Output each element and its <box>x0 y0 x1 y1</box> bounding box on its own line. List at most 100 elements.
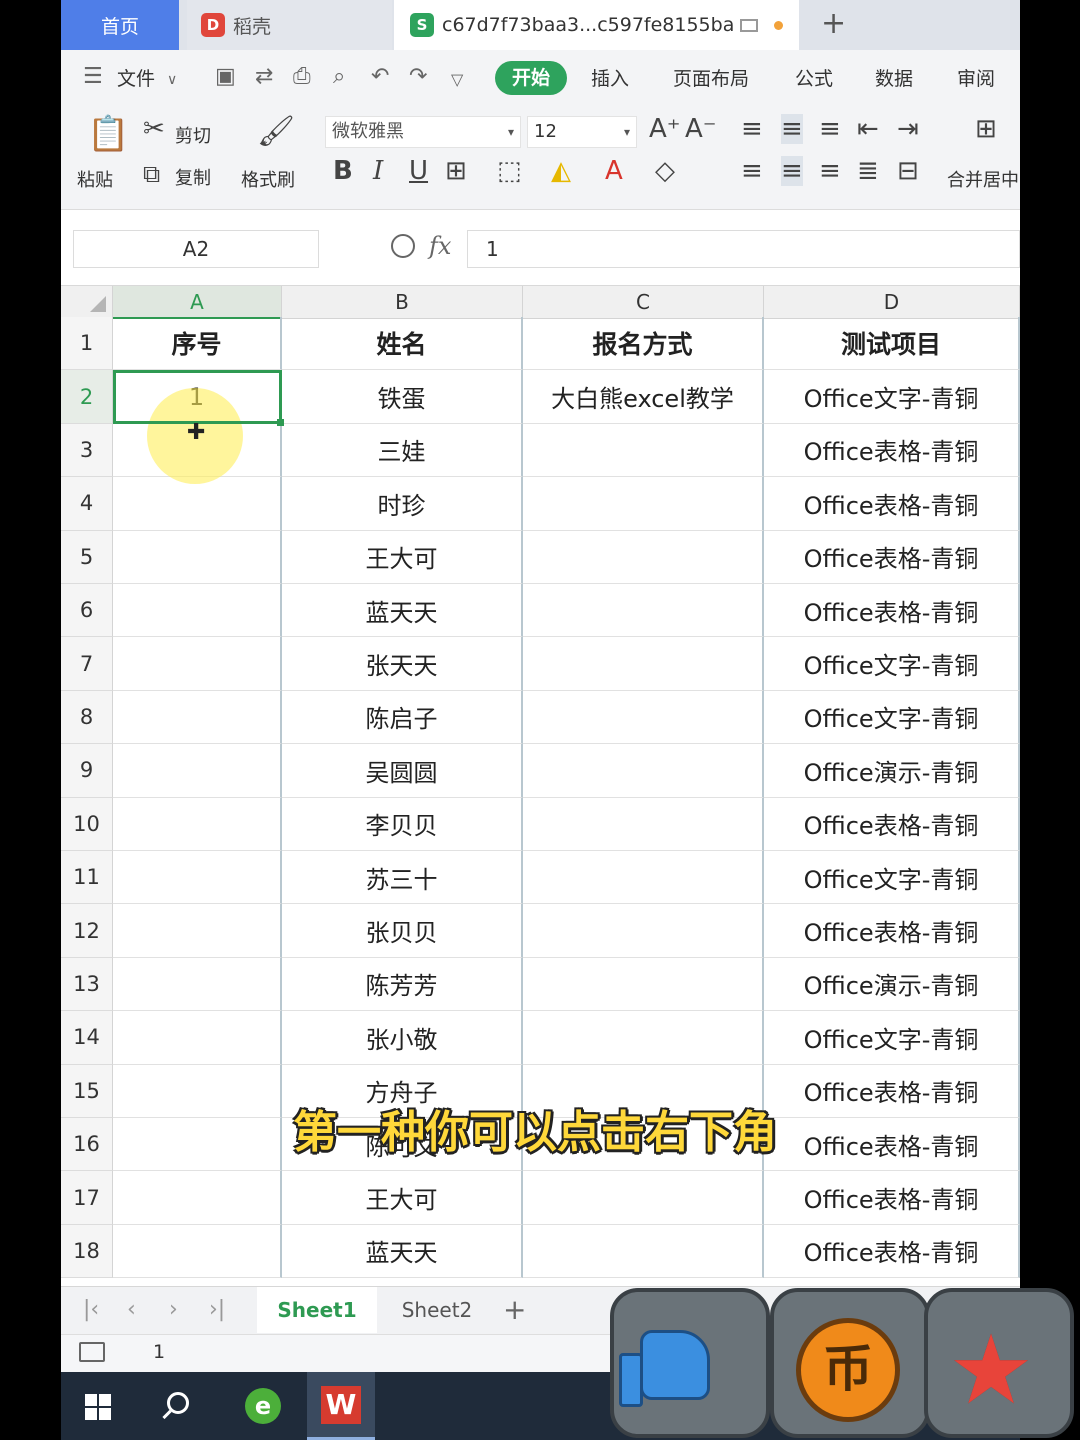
formula-input[interactable]: 1 <box>467 230 1020 268</box>
menu-file[interactable]: 文件 <box>117 64 155 91</box>
font-color-icon[interactable]: A <box>605 156 623 186</box>
cell-a7[interactable] <box>113 637 282 691</box>
cell-d1[interactable]: 测试项目 <box>764 317 1020 371</box>
cell-b4[interactable]: 时珍 <box>282 477 523 531</box>
row-header[interactable]: 11 <box>61 851 113 905</box>
format-painter-icon[interactable]: 🖌 <box>257 114 295 149</box>
cell-d14[interactable]: Office文字-青铜 <box>764 1011 1020 1065</box>
column-header-b[interactable]: B <box>282 286 523 319</box>
cell-c6[interactable] <box>523 584 764 638</box>
cell-a10[interactable] <box>113 797 282 851</box>
font-family-select[interactable]: 微软雅黑 ▾ <box>325 116 521 148</box>
row-header[interactable]: 8 <box>61 690 113 745</box>
name-box[interactable]: A2 <box>73 230 319 268</box>
cell-c1[interactable]: 报名方式 <box>523 317 764 371</box>
border-icon[interactable]: ⊞ <box>445 156 467 186</box>
cell-c3[interactable] <box>523 423 764 478</box>
row-header[interactable]: 6 <box>61 584 113 638</box>
macro-icon[interactable] <box>79 1342 105 1362</box>
cell-d5[interactable]: Office表格-青铜 <box>764 530 1020 584</box>
select-all-corner[interactable] <box>61 286 113 319</box>
align-top-icon[interactable]: ≡ <box>741 114 763 144</box>
more-chevron-icon[interactable]: ▽ <box>451 70 463 89</box>
fill-style-icon[interactable]: ⬚ <box>497 156 522 186</box>
row-header[interactable]: 12 <box>61 904 113 958</box>
chevron-down-icon[interactable]: ∨ <box>167 72 177 88</box>
tab-home[interactable]: 首页 <box>61 0 179 50</box>
cell-d2[interactable]: Office文字-青铜 <box>764 370 1020 424</box>
cell-b7[interactable]: 张天天 <box>282 637 523 691</box>
row-header[interactable]: 5 <box>61 530 113 584</box>
save-icon[interactable]: ▣ <box>215 64 236 89</box>
hamburger-icon[interactable]: ☰ <box>83 64 103 89</box>
cell-a9[interactable] <box>113 744 282 798</box>
eraser-icon[interactable]: ◇ <box>655 156 675 186</box>
cell-a15[interactable] <box>113 1064 282 1118</box>
format-painter-button[interactable]: 格式刷 <box>241 166 295 192</box>
align-left-icon[interactable]: ≡ <box>741 156 763 186</box>
cell-d17[interactable]: Office表格-青铜 <box>764 1171 1020 1225</box>
cell-d4[interactable]: Office表格-青铜 <box>764 477 1020 531</box>
wps-taskbar-item[interactable]: W <box>307 1372 375 1440</box>
align-middle-icon[interactable]: ≡ <box>781 114 803 144</box>
cell-c18[interactable] <box>523 1224 764 1279</box>
zoom-icon[interactable] <box>391 234 415 258</box>
tab-start[interactable]: 开始 <box>495 61 567 95</box>
row-header[interactable]: 17 <box>61 1171 113 1225</box>
row-header[interactable]: 3 <box>61 423 113 478</box>
increase-font-icon[interactable]: A⁺ <box>649 114 681 144</box>
cell-b1[interactable]: 姓名 <box>282 317 523 371</box>
cell-b9[interactable]: 吴圆圆 <box>282 744 523 798</box>
indent-decrease-icon[interactable]: ⇤ <box>857 114 879 144</box>
prev-sheet-icon[interactable]: ‹ <box>127 1297 136 1322</box>
bold-icon[interactable]: B <box>333 156 353 186</box>
cell-c4[interactable] <box>523 477 764 531</box>
add-sheet-button[interactable]: + <box>503 1293 526 1326</box>
cell-d15[interactable]: Office表格-青铜 <box>764 1064 1020 1118</box>
print-icon[interactable]: ⎙ <box>293 64 311 89</box>
align-right-icon[interactable]: ≡ <box>819 156 841 186</box>
merge-cells-icon[interactable]: ⊞ <box>975 114 997 144</box>
row-header[interactable]: 16 <box>61 1118 113 1172</box>
fill-color-icon[interactable]: ◭ <box>551 156 571 186</box>
column-header-a[interactable]: A <box>113 286 282 319</box>
like-button[interactable] <box>610 1288 770 1438</box>
decrease-font-icon[interactable]: A⁻ <box>685 114 717 144</box>
tab-review[interactable]: 审阅 <box>957 64 995 91</box>
cell-a5[interactable] <box>113 530 282 584</box>
column-header-d[interactable]: D <box>764 286 1020 319</box>
cell-c5[interactable] <box>523 530 764 584</box>
cell-d18[interactable]: Office表格-青铜 <box>764 1224 1020 1279</box>
row-header[interactable]: 2 <box>61 370 113 424</box>
cell-a6[interactable] <box>113 584 282 638</box>
row-header[interactable]: 18 <box>61 1224 113 1279</box>
cell-b5[interactable]: 王大可 <box>282 530 523 584</box>
cell-c10[interactable] <box>523 797 764 851</box>
cell-d3[interactable]: Office表格-青铜 <box>764 423 1020 478</box>
row-header[interactable]: 9 <box>61 744 113 798</box>
sheet-tab-2[interactable]: Sheet2 <box>381 1287 493 1333</box>
browser-icon[interactable]: e <box>245 1388 281 1424</box>
column-header-c[interactable]: C <box>523 286 764 319</box>
cell-a17[interactable] <box>113 1171 282 1225</box>
row-header[interactable]: 15 <box>61 1064 113 1118</box>
cell-d10[interactable]: Office表格-青铜 <box>764 797 1020 851</box>
underline-icon[interactable]: U <box>409 156 428 186</box>
cell-b17[interactable]: 王大可 <box>282 1171 523 1225</box>
cell-b3[interactable]: 三娃 <box>282 423 523 478</box>
row-header[interactable]: 10 <box>61 797 113 851</box>
tab-daoke[interactable]: D 稻壳 <box>187 0 392 50</box>
cell-c2[interactable]: 大白熊excel教学 <box>523 370 764 424</box>
sheet-tab-1[interactable]: Sheet1 <box>257 1287 377 1333</box>
first-sheet-icon[interactable]: |‹ <box>83 1297 99 1322</box>
undo-icon[interactable]: ↶ <box>371 64 389 89</box>
row-header[interactable]: 7 <box>61 637 113 691</box>
cell-c13[interactable] <box>523 957 764 1012</box>
cell-a1[interactable]: 序号 <box>113 317 282 371</box>
cell-a18[interactable] <box>113 1224 282 1279</box>
cell-b6[interactable]: 蓝天天 <box>282 584 523 638</box>
cell-d9[interactable]: Office演示-青铜 <box>764 744 1020 798</box>
new-tab-button[interactable]: + <box>821 6 846 41</box>
cell-b11[interactable]: 苏三十 <box>282 851 523 905</box>
distribute-icon[interactable]: ⊟ <box>897 156 919 186</box>
